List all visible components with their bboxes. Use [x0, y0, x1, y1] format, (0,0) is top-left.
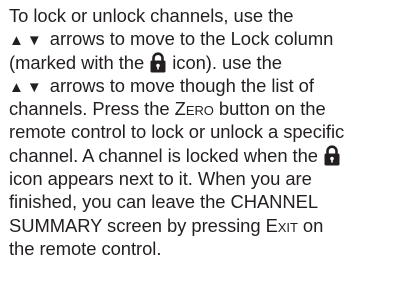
lock-icon — [323, 145, 341, 166]
text-segment: icon appears next to it. When you are — [9, 168, 312, 190]
zero-key-label: Zero — [174, 98, 214, 120]
text-line-8: icon appears next to it. When you are — [9, 167, 401, 190]
up-down-arrows-icon: ▲▼ — [9, 32, 45, 50]
text-line-6: remote control to lock or unlock a speci… — [9, 120, 401, 143]
text-line-4: ▲▼ arrows to move though the list of — [9, 74, 401, 97]
lock-icon — [149, 52, 167, 73]
text-segment: arrows to move to the Lock column — [44, 28, 334, 50]
text-line-10: SUMMARY screen by pressing Exit on — [9, 214, 401, 237]
text-line-1: To lock or unlock channels, use the — [9, 4, 401, 27]
exit-key-label: Exit — [265, 214, 298, 236]
instruction-paragraph: To lock or unlock channels, use the ▲▼ a… — [9, 4, 401, 260]
text-segment: channels. Press the — [9, 98, 175, 120]
text-line-2: ▲▼ arrows to move to the Lock column — [9, 27, 401, 50]
text-segment: the remote control. — [9, 237, 162, 259]
text-segment: on — [297, 214, 324, 236]
text-segment: To lock or unlock channels, use the — [9, 5, 294, 26]
text-segment: finished, you can leave the CHANNEL — [9, 191, 319, 213]
text-segment: remote control to lock or unlock a speci… — [9, 121, 345, 143]
text-line-3: (marked with the icon). use the — [9, 51, 401, 74]
text-line-11: the remote control. — [9, 237, 401, 260]
text-segment: (marked with the — [9, 51, 150, 73]
up-down-arrows-icon: ▲▼ — [9, 78, 45, 96]
text-segment: button on the — [213, 98, 326, 120]
text-segment: SUMMARY screen by pressing — [9, 214, 266, 236]
text-line-7: channel. A channel is locked when the — [9, 144, 401, 167]
text-line-5: channels. Press the Zero button on the — [9, 97, 401, 120]
text-segment: channel. A channel is locked when the — [9, 144, 324, 166]
text-segment: icon). use the — [167, 51, 282, 73]
text-line-9: finished, you can leave the CHANNEL — [9, 190, 401, 213]
text-segment: arrows to move though the list of — [44, 74, 314, 96]
